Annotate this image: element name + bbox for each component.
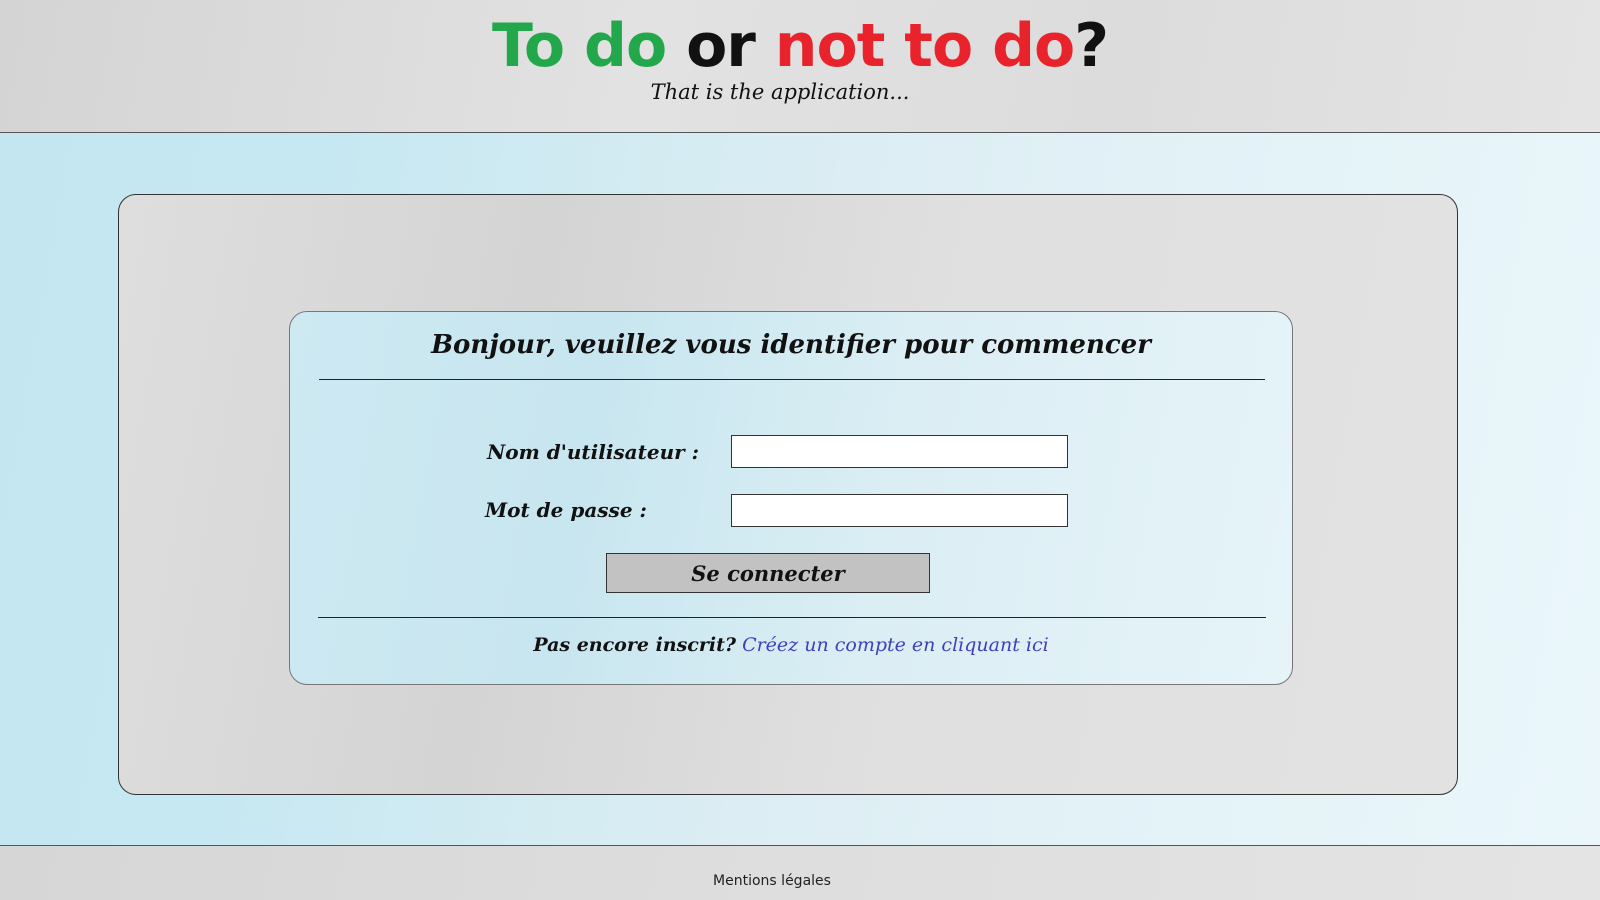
app-tagline: That is the application... <box>650 80 910 104</box>
footer-divider <box>318 617 1266 618</box>
login-heading: Bonjour, veuillez vous identifier pour c… <box>431 330 1151 360</box>
signup-prompt: Pas encore inscrit? <box>533 634 737 656</box>
username-label: Nom d'utilisateur : <box>487 440 700 464</box>
signup-row: Pas encore inscrit? Créez un compte en c… <box>290 634 1292 656</box>
password-input[interactable] <box>731 494 1068 527</box>
legal-notice-link[interactable]: Mentions légales <box>0 873 1544 889</box>
app-title-part-or: or <box>666 11 775 81</box>
login-button[interactable]: Se connecter <box>606 553 930 593</box>
password-label: Mot de passe : <box>485 498 647 522</box>
app-title-part-todo: To do <box>491 11 667 81</box>
login-form-card: Bonjour, veuillez vous identifier pour c… <box>289 311 1293 685</box>
site-header: To do or not to do? That is the applicat… <box>0 0 1600 133</box>
username-input[interactable] <box>731 435 1068 468</box>
create-account-link[interactable]: Créez un compte en cliquant ici <box>742 634 1049 656</box>
app-title-part-question: ? <box>1074 11 1109 81</box>
app-title: To do or not to do? <box>0 6 1600 86</box>
app-title-part-nottodo: not to do <box>774 11 1075 81</box>
heading-divider <box>319 379 1265 380</box>
site-footer: Mentions légales <box>0 845 1600 900</box>
